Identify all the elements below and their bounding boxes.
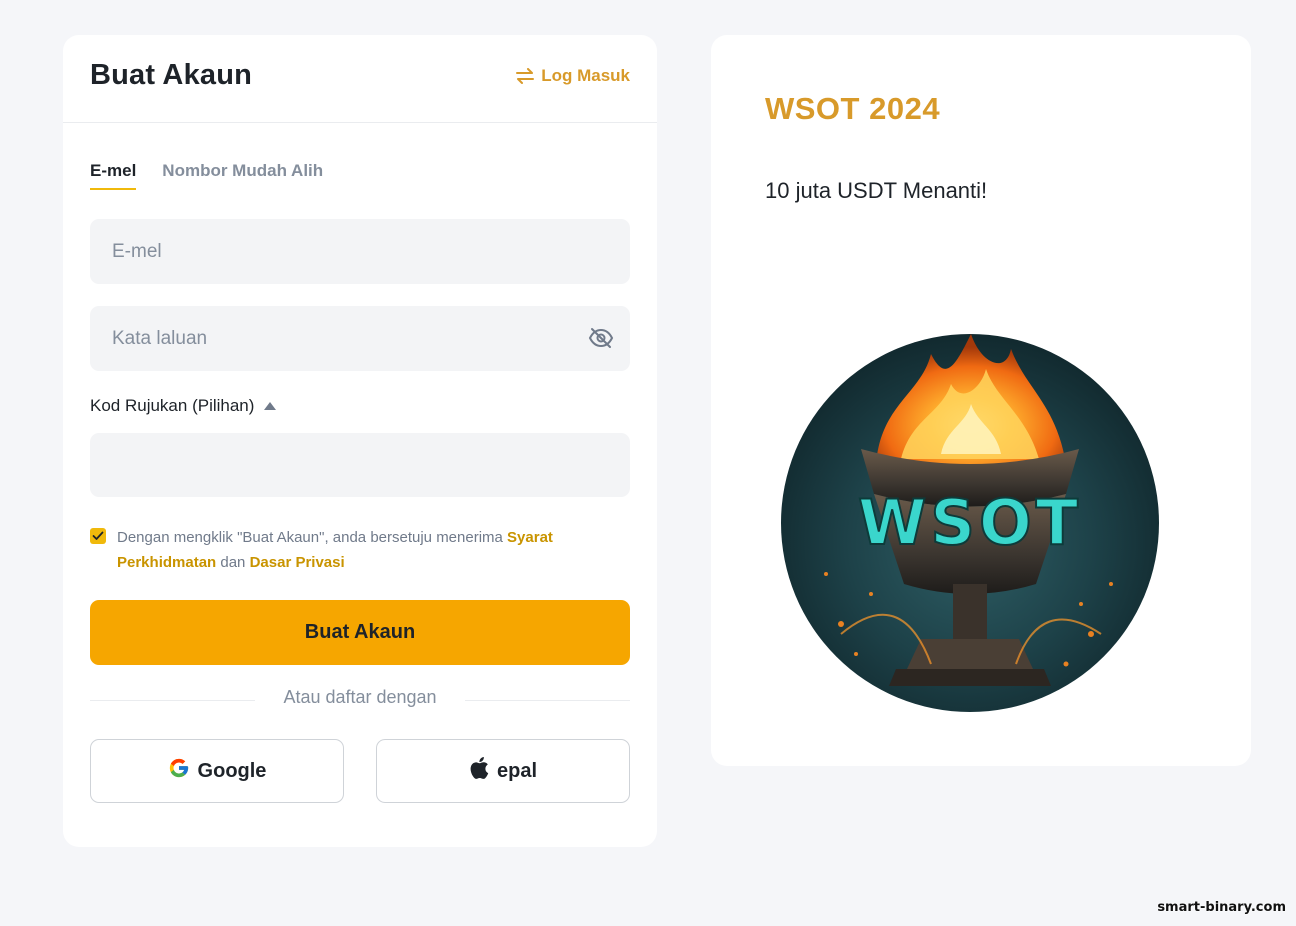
divider-line-right [465, 700, 630, 701]
login-link[interactable]: Log Masuk [515, 66, 630, 86]
referral-field-container [90, 433, 630, 497]
terms-checkbox[interactable] [90, 528, 106, 544]
apple-signup-button[interactable]: epal [376, 739, 630, 803]
wsot-logo-text: WSOT [858, 486, 1082, 559]
checkmark-icon [92, 531, 104, 540]
email-field-container [90, 219, 630, 284]
password-field-container [90, 306, 630, 371]
google-signup-button[interactable]: Google [90, 739, 344, 803]
password-input[interactable] [90, 306, 630, 371]
promo-card: WSOT 2024 10 juta USDT Menanti! WSOT [711, 35, 1251, 766]
google-icon [168, 757, 190, 785]
google-label: Google [197, 759, 267, 782]
privacy-policy-link[interactable]: Dasar Privasi [250, 554, 345, 571]
terms-text: Dengan mengklik "Buat Akaun", anda berse… [117, 525, 617, 575]
watermark: smart-binary.com [1157, 900, 1286, 915]
caret-up-icon [264, 402, 277, 410]
apple-label: epal [496, 759, 538, 782]
swap-arrows-icon [515, 68, 535, 84]
login-link-label: Log Masuk [541, 66, 630, 85]
referral-label: Kod Rujukan (Pilihan) [90, 396, 255, 415]
page-title: Buat Akaun [90, 59, 253, 91]
signup-tabs: E-mel Nombor Mudah Alih [90, 161, 323, 190]
referral-input[interactable] [90, 433, 630, 497]
apple-icon [469, 756, 489, 786]
terms-middle: dan [216, 554, 250, 571]
divider-text: Atau daftar dengan [283, 687, 437, 707]
promo-title: WSOT 2024 [765, 91, 941, 126]
eye-slash-icon[interactable] [588, 326, 614, 354]
create-account-button[interactable]: Buat Akaun [90, 600, 630, 665]
referral-toggle[interactable]: Kod Rujukan (Pilihan) [90, 396, 277, 416]
signup-card: Buat Akaun Log Masuk E-mel Nombor Mudah … [63, 35, 657, 847]
tab-email[interactable]: E-mel [90, 161, 137, 190]
email-input[interactable] [90, 219, 630, 284]
signup-header: Buat Akaun Log Masuk [63, 35, 657, 123]
or-divider: Atau daftar dengan [90, 687, 630, 715]
wsot-trophy-image: WSOT [781, 334, 1159, 712]
tab-mobile-number[interactable]: Nombor Mudah Alih [162, 161, 323, 190]
terms-prefix: Dengan mengklik "Buat Akaun", anda berse… [117, 529, 508, 546]
promo-subtitle: 10 juta USDT Menanti! [765, 178, 988, 203]
